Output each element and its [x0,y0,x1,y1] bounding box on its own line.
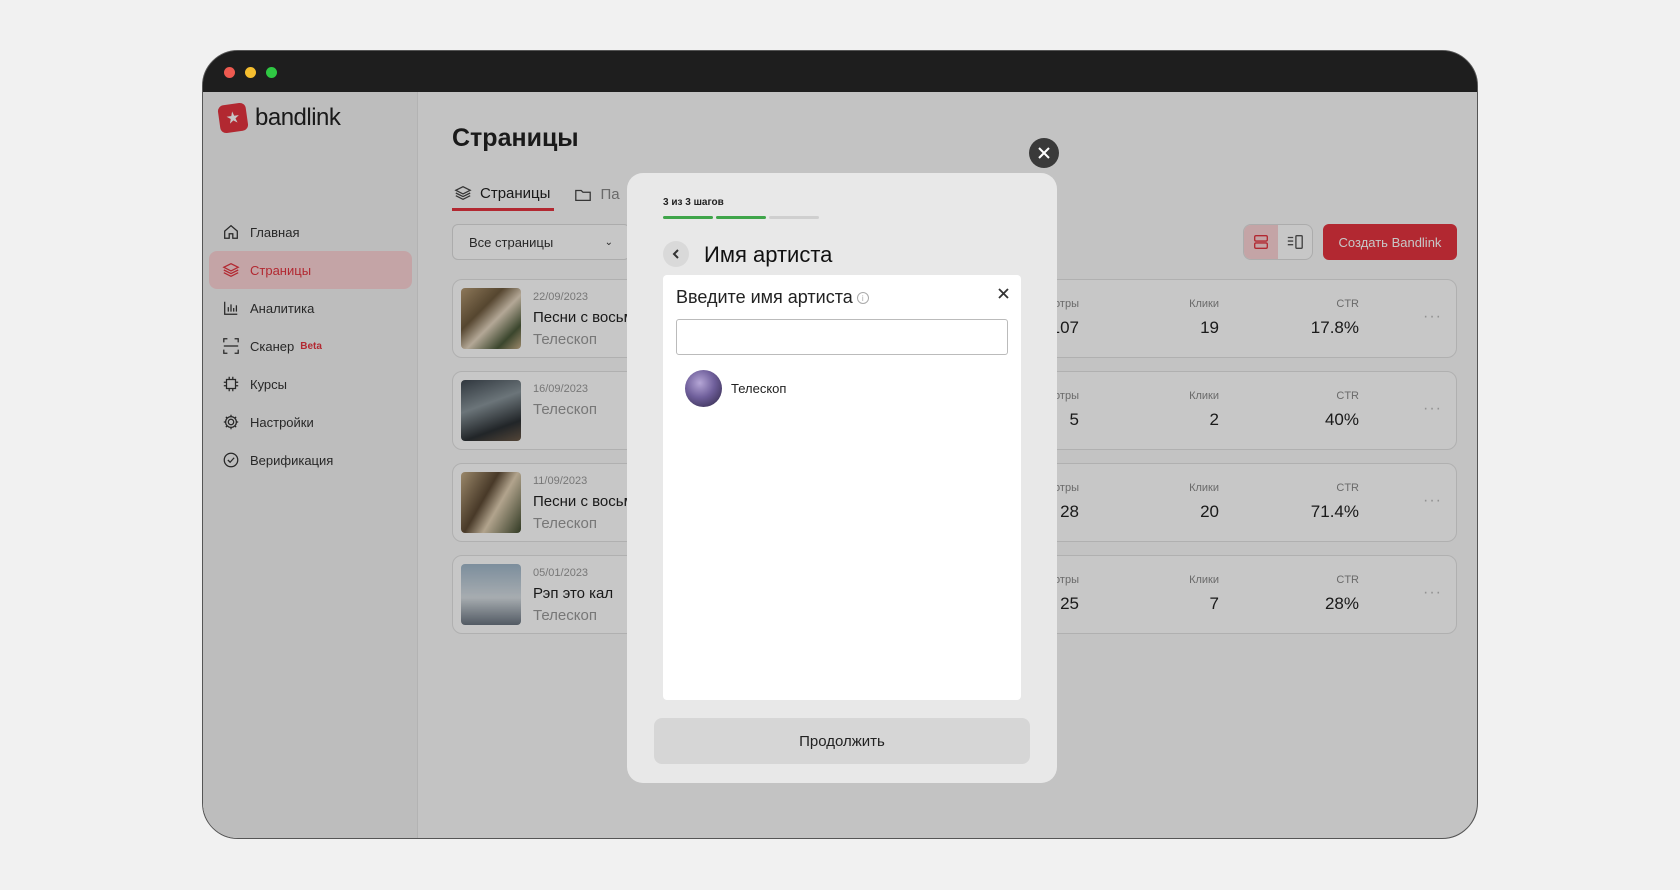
panel-close-button[interactable] [995,285,1011,301]
avatar [685,369,722,407]
back-button[interactable] [663,241,689,267]
modal-heading: Имя артиста [704,242,833,267]
minimize-window-button[interactable] [245,67,256,78]
app-window: ★ bandlink Главная Страницы Аналитика Ск… [202,50,1478,839]
artist-search-input[interactable] [676,319,1008,355]
title-bar [203,51,1477,92]
artist-name: Телескоп [731,380,787,396]
panel-title-text: Введите имя артиста [676,287,853,307]
step-progress [663,216,822,219]
modal-close-button[interactable] [1029,138,1059,168]
panel-title: Введите имя артиста i [676,287,869,308]
continue-button[interactable]: Продолжить [654,718,1030,764]
close-icon [997,287,1009,299]
create-page-modal: 3 из 3 шагов Имя артиста Введите имя арт… [627,173,1057,783]
artist-search-panel: Введите имя артиста i Телескоп [663,275,1021,700]
artist-result-item[interactable]: Телескоп [676,368,1008,408]
progress-segment [716,216,766,219]
progress-segment [769,216,819,219]
close-icon [1038,147,1050,159]
step-indicator: 3 из 3 шагов [663,197,724,208]
progress-segment [663,216,713,219]
close-window-button[interactable] [224,67,235,78]
maximize-window-button[interactable] [266,67,277,78]
chevron-left-icon [672,249,679,259]
info-icon[interactable]: i [856,292,869,305]
